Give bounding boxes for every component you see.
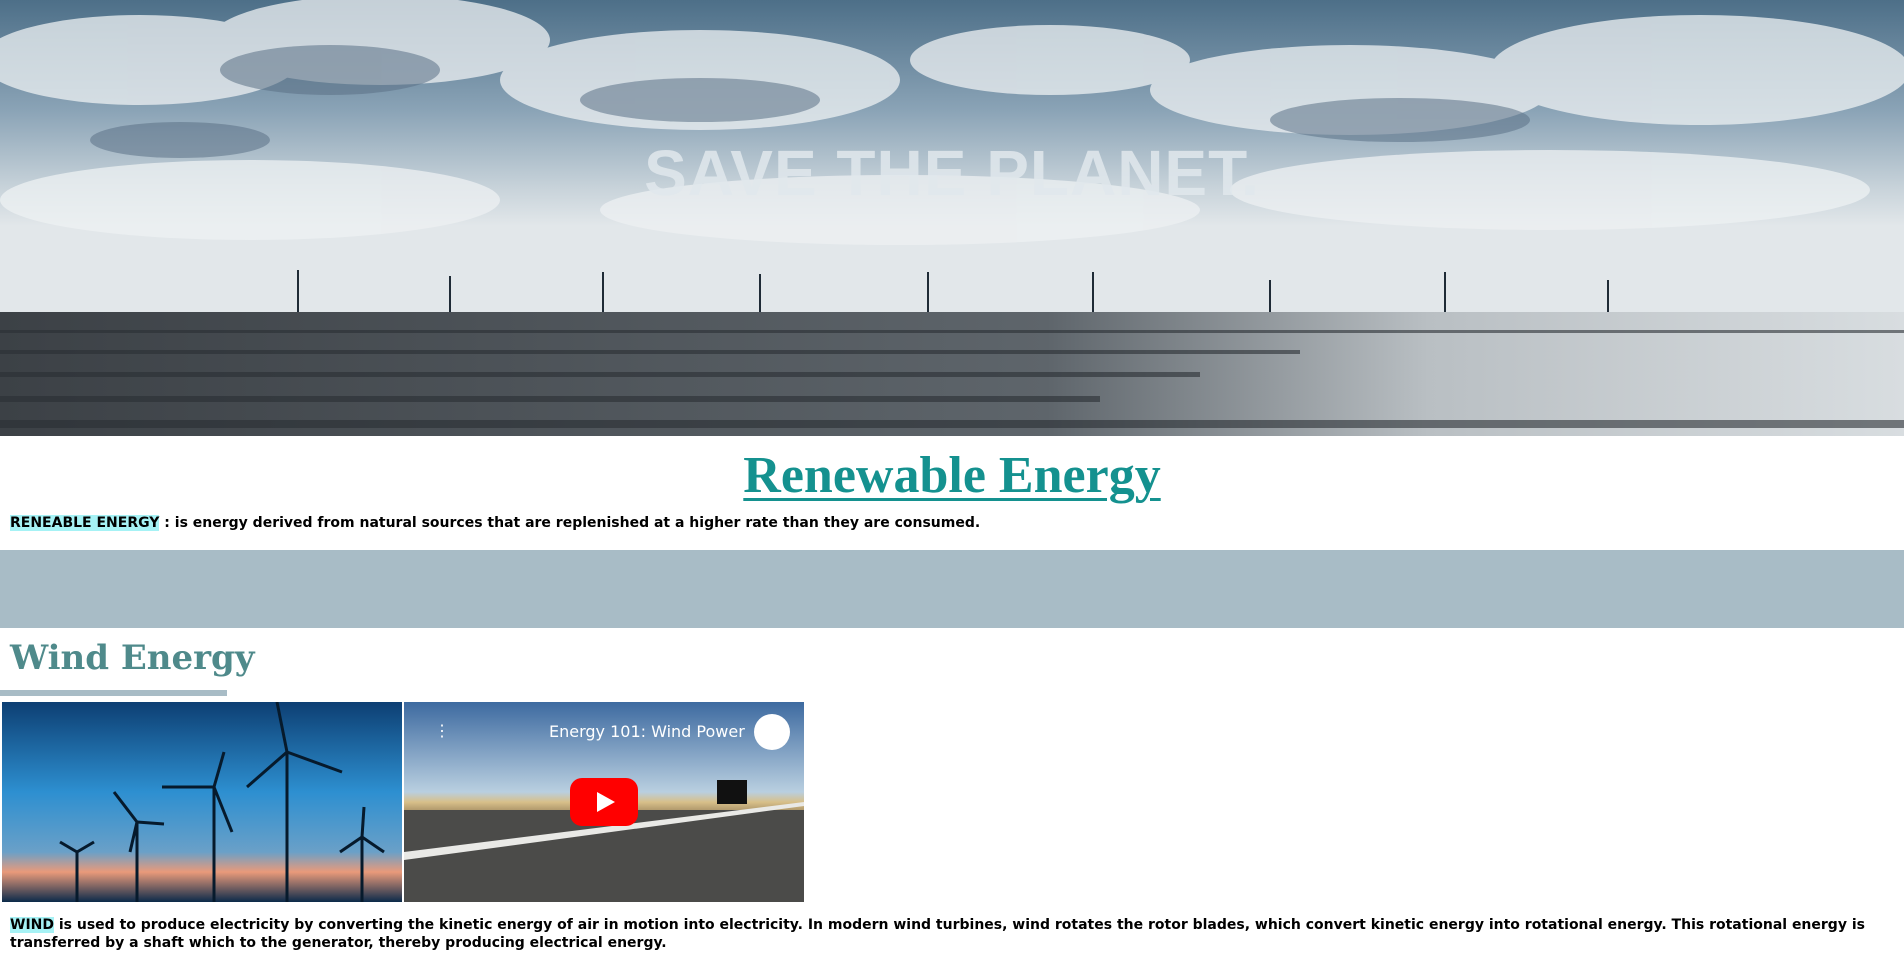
hero-banner: SAVE THE PLANET.: [0, 0, 1904, 436]
channel-logo-icon[interactable]: [754, 714, 790, 750]
wind-energy-heading: Wind Energy: [10, 638, 255, 678]
offshore-wind-farm-image: [0, 0, 1904, 436]
play-icon[interactable]: [570, 778, 638, 826]
definition-term: RENEABLE ENERGY: [10, 515, 160, 531]
wind-section-header: Wind Energy: [0, 628, 1904, 700]
renewable-definition: RENEABLE ENERGY : is energy derived from…: [0, 512, 1904, 534]
wind-description: WIND is used to produce electricity by c…: [0, 902, 1904, 952]
page-title: Renewable Energy: [743, 447, 1161, 504]
hero-title: SAVE THE PLANET.: [644, 137, 1260, 209]
wind-text: is used to produce electricity by conver…: [10, 917, 1865, 951]
divider-band: [0, 550, 1904, 628]
wind-term: WIND: [10, 917, 54, 933]
wind-power-video[interactable]: ⋮ Energy 101: Wind Power: [404, 702, 804, 902]
video-title[interactable]: Energy 101: Wind Power: [549, 722, 745, 741]
definition-text: : is energy derived from natural sources…: [159, 515, 981, 531]
wind-turbine-photo: [2, 702, 402, 902]
heading-underline-bar: [0, 690, 227, 696]
turbines-sunset-image: [2, 702, 402, 902]
more-vert-icon[interactable]: ⋮: [434, 722, 450, 742]
wind-media-row: ⋮ Energy 101: Wind Power: [0, 702, 1904, 902]
